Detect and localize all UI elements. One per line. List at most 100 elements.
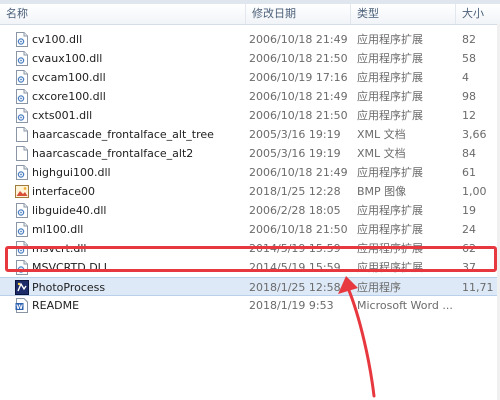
file-row-selected[interactable]: PhotoProcess 2018/1/25 12:58 应用程序 11,71 <box>0 277 500 296</box>
file-name: interface00 <box>32 185 96 198</box>
file-size: 3,66 <box>462 128 487 141</box>
file-date: 2018/1/19 9:53 <box>249 299 334 312</box>
file-type: 应用程序扩展 <box>357 166 423 179</box>
file-name: ml100.dll <box>32 223 84 236</box>
column-header-size[interactable]: 大小 <box>456 4 500 24</box>
file-size: 12 <box>462 109 476 122</box>
file-name: highgui100.dll <box>32 166 111 179</box>
file-name: cv100.dll <box>32 33 83 46</box>
column-header-size-label: 大小 <box>462 7 484 20</box>
dll-file-icon <box>15 51 29 66</box>
file-type: 应用程序扩展 <box>357 109 423 122</box>
file-type: XML 文档 <box>357 147 406 160</box>
file-size: 11,71 <box>462 281 494 294</box>
file-name: PhotoProcess <box>32 281 106 294</box>
file-date: 2014/5/19 15:59 <box>249 242 341 255</box>
dll-file-icon <box>15 108 29 123</box>
file-row[interactable]: haarcascade_frontalface_alt_tree 2005/3/1… <box>0 125 500 144</box>
column-header-date-label: 修改日期 <box>252 7 296 20</box>
file-size: 82 <box>462 33 476 46</box>
file-date: 2006/10/18 21:50 <box>249 223 348 236</box>
file-date: 2006/10/19 17:16 <box>249 71 348 84</box>
file-date: 2006/10/18 21:50 <box>249 109 348 122</box>
file-date: 2005/3/16 19:19 <box>249 147 341 160</box>
dll-file-icon <box>15 32 29 47</box>
column-header-name-label: 名称 <box>6 7 28 20</box>
file-size: 24 <box>462 223 476 236</box>
file-type: 应用程序扩展 <box>357 261 423 274</box>
file-type: 应用程序扩展 <box>357 52 423 65</box>
file-type: 应用程序 <box>357 281 401 294</box>
file-date: 2018/1/25 12:58 <box>249 281 341 294</box>
file-size: 1,00 <box>462 185 487 198</box>
file-name: cvaux100.dll <box>32 52 103 65</box>
file-type: 应用程序扩展 <box>357 90 423 103</box>
svg-text:W: W <box>16 304 23 311</box>
file-row[interactable]: cv100.dll 2006/10/18 21:49 应用程序扩展 82 <box>0 30 500 49</box>
file-row[interactable]: msvcrt.dll 2014/5/19 15:59 应用程序扩展 62 <box>0 239 500 258</box>
column-header-date[interactable]: 修改日期 <box>246 4 351 24</box>
file-row[interactable]: MSVCRTD.DLL 2014/5/19 15:59 应用程序扩展 37 <box>0 258 500 277</box>
dll-file-icon <box>15 165 29 180</box>
file-date: 2006/10/18 21:49 <box>249 90 348 103</box>
file-row[interactable]: libguide40.dll 2006/2/28 18:05 应用程序扩展 19 <box>0 201 500 220</box>
file-type: Microsoft Word ... <box>357 299 453 312</box>
dll-file-icon <box>15 222 29 237</box>
column-header-type-label: 类型 <box>357 7 379 20</box>
file-size: 98 <box>462 90 476 103</box>
file-date: 2006/10/18 21:50 <box>249 52 348 65</box>
file-name: haarcascade_frontalface_alt_tree <box>32 128 214 141</box>
file-type: 应用程序扩展 <box>357 204 423 217</box>
file-date: 2006/10/18 21:49 <box>249 33 348 46</box>
file-name: MSVCRTD.DLL <box>32 261 110 274</box>
file-row[interactable]: highgui100.dll 2006/10/18 21:49 应用程序扩展 61 <box>0 163 500 182</box>
file-row[interactable]: ml100.dll 2006/10/18 21:50 应用程序扩展 24 <box>0 220 500 239</box>
file-size: 4 <box>462 71 469 84</box>
file-name: haarcascade_frontalface_alt2 <box>32 147 194 160</box>
file-row[interactable]: cvaux100.dll 2006/10/18 21:50 应用程序扩展 58 <box>0 49 500 68</box>
file-size: 58 <box>462 52 476 65</box>
file-size: 84 <box>462 147 476 160</box>
file-row[interactable]: cxts001.dll 2006/10/18 21:50 应用程序扩展 12 <box>0 106 500 125</box>
file-size: 37 <box>462 261 476 274</box>
dll-file-icon <box>15 89 29 104</box>
file-type: 应用程序扩展 <box>357 223 423 236</box>
blank-file-icon <box>15 127 29 142</box>
column-header-type[interactable]: 类型 <box>351 4 456 24</box>
file-name: cvcam100.dll <box>32 71 106 84</box>
dll-file-icon <box>15 241 29 256</box>
file-row[interactable]: cxcore100.dll 2006/10/18 21:49 应用程序扩展 98 <box>0 87 500 106</box>
file-name: libguide40.dll <box>32 204 107 217</box>
file-name: cxts001.dll <box>32 109 93 122</box>
file-row[interactable]: interface00 2018/1/25 12:28 BMP 图像 1,00 <box>0 182 500 201</box>
column-header-name[interactable]: 名称 <box>0 4 246 24</box>
column-header-bar: 名称 修改日期 类型 大小 <box>0 4 500 25</box>
exe-app-icon <box>15 280 29 295</box>
file-name: cxcore100.dll <box>32 90 106 103</box>
dll-file-icon <box>15 260 29 275</box>
file-date: 2014/5/19 15:59 <box>249 261 341 274</box>
bmp-image-icon <box>15 184 29 199</box>
file-type: 应用程序扩展 <box>357 33 423 46</box>
file-type: 应用程序扩展 <box>357 242 423 255</box>
file-row[interactable]: haarcascade_frontalface_alt2 2005/3/16 19… <box>0 144 500 163</box>
blank-file-icon <box>15 146 29 161</box>
dll-file-icon <box>15 70 29 85</box>
file-date: 2006/10/18 21:49 <box>249 166 348 179</box>
file-size: 61 <box>462 166 476 179</box>
file-type: XML 文档 <box>357 128 406 141</box>
file-name: msvcrt.dll <box>32 242 87 255</box>
file-size: 62 <box>462 242 476 255</box>
file-size <box>462 296 500 315</box>
file-date: 2018/1/25 12:28 <box>249 185 341 198</box>
file-date: 2006/2/28 18:05 <box>249 204 341 217</box>
file-date: 2005/3/16 19:19 <box>249 128 341 141</box>
file-name: README <box>32 299 80 312</box>
file-row[interactable]: W README 2018/1/19 9:53 Microsoft Word ... <box>0 296 500 315</box>
file-type: BMP 图像 <box>357 185 407 198</box>
word-doc-icon: W <box>15 298 29 313</box>
dll-file-icon <box>15 203 29 218</box>
file-type: 应用程序扩展 <box>357 71 423 84</box>
file-row[interactable]: cvcam100.dll 2006/10/19 17:16 应用程序扩展 4 <box>0 68 500 87</box>
file-size: 19 <box>462 204 476 217</box>
